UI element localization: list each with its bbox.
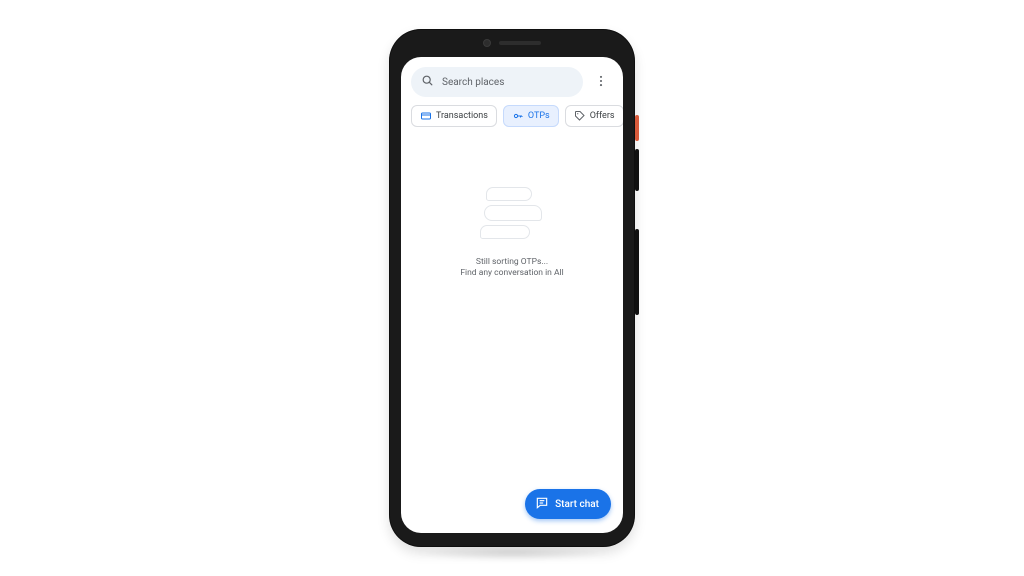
- power-button[interactable]: [635, 149, 639, 191]
- search-row: Search places: [411, 67, 613, 97]
- start-chat-label: Start chat: [555, 499, 599, 510]
- more-menu-button[interactable]: [589, 67, 613, 97]
- empty-line-1: Still sorting OTPs...: [476, 257, 548, 268]
- empty-state: Still sorting OTPs... Find any conversat…: [401, 133, 623, 533]
- search-icon: [421, 74, 434, 90]
- tag-icon: [574, 110, 586, 122]
- phone-speaker-camera: [483, 39, 541, 47]
- more-vert-icon: [594, 73, 608, 92]
- key-icon: [512, 110, 524, 122]
- filter-chip-row: Transactions OTPs Offers: [401, 103, 623, 133]
- chat-icon: [535, 496, 549, 513]
- chip-otps-label: OTPs: [528, 111, 550, 121]
- chip-otps[interactable]: OTPs: [503, 105, 559, 127]
- chip-offers[interactable]: Offers: [565, 105, 623, 127]
- volume-button[interactable]: [635, 229, 639, 315]
- screen: Search places Transactions: [401, 57, 623, 533]
- search-placeholder: Search places: [442, 77, 504, 88]
- chip-transactions-label: Transactions: [436, 111, 488, 121]
- chip-transactions[interactable]: Transactions: [411, 105, 497, 127]
- card-icon: [420, 110, 432, 122]
- search-input[interactable]: Search places: [411, 67, 583, 97]
- speaker-slit-icon: [499, 41, 541, 45]
- stage: Search places Transactions: [0, 0, 1024, 576]
- start-chat-button[interactable]: Start chat: [525, 489, 611, 519]
- chip-offers-label: Offers: [590, 111, 615, 121]
- phone-frame: Search places Transactions: [389, 29, 635, 547]
- empty-line-2: Find any conversation in All: [460, 268, 563, 279]
- camera-dot-icon: [483, 39, 491, 47]
- chat-bubbles-icon: [472, 187, 552, 247]
